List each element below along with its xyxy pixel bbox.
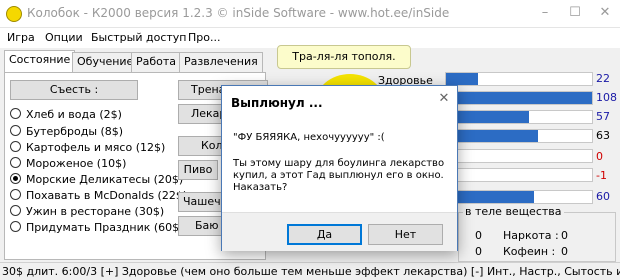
stat-bar-3 — [445, 110, 593, 124]
menu-game[interactable]: Игра — [7, 31, 35, 44]
tab-work[interactable]: Работа — [131, 52, 182, 72]
menu-about[interactable]: Про... — [188, 31, 220, 44]
window-title: Колобок - К2000 версия 1.2.3 © inSide So… — [27, 6, 450, 20]
bar-fill — [446, 191, 534, 203]
bar-fill — [446, 92, 592, 104]
food-option[interactable]: Похавать в McDonalds (22$) — [10, 189, 187, 202]
radio-indicator-selected — [10, 173, 21, 184]
stat-value-5: 0 — [596, 150, 603, 163]
no-button[interactable]: Нет — [368, 224, 443, 245]
eat-button[interactable]: Съесть : — [10, 80, 138, 100]
maximize-button[interactable]: ☐ — [560, 0, 590, 28]
tab-education[interactable]: Обучение — [72, 52, 139, 72]
main-window: Колобок - К2000 версия 1.2.3 © inSide So… — [0, 0, 620, 280]
food-option[interactable]: Хлеб и вода (2$) — [10, 108, 122, 121]
stat-value-3: 57 — [596, 110, 610, 123]
title-bar: Колобок - К2000 версия 1.2.3 © inSide So… — [0, 0, 620, 28]
tab-status[interactable]: Состояние — [4, 50, 76, 73]
food-option[interactable]: Бутерброды (8$) — [10, 125, 123, 138]
radio-indicator — [10, 189, 21, 200]
stat-value-2: 108 — [596, 91, 617, 104]
health-value: 22 — [596, 72, 610, 85]
close-button[interactable]: ✕ — [590, 0, 620, 28]
kolobok-app-icon — [6, 6, 22, 22]
stat-bar-7 — [445, 190, 593, 204]
bar-fill — [446, 130, 538, 142]
drugs-value: 0 — [561, 229, 568, 242]
stat-bar-5 — [445, 149, 593, 163]
food-option[interactable]: Мороженое (10$) — [10, 157, 126, 170]
food-option[interactable]: Ужин в ресторане (30$) — [10, 205, 164, 218]
stat-value-6: -1 — [596, 169, 607, 182]
radio-indicator — [10, 125, 21, 136]
tab-entertainment[interactable]: Развлечения — [179, 52, 263, 72]
food-option[interactable]: Морские Деликатесы (20$) — [10, 173, 183, 186]
speech-bubble: Тра-ля-ля тополя. — [277, 45, 411, 69]
spat-out-dialog: Выплюнул ... ✕ "ФУ БЯЯЯКА, нехочуууууу" … — [221, 85, 458, 251]
stat-value-7: 60 — [596, 190, 610, 203]
menu-quick-access[interactable]: Быстрый доступ — [91, 31, 187, 44]
radio-indicator — [10, 108, 21, 119]
bar-fill — [446, 111, 530, 123]
substance-left-value: 0 — [475, 245, 482, 258]
caffeine-label: Кофеин : — [503, 245, 556, 258]
bar-fill — [446, 73, 479, 85]
minimize-button[interactable]: – — [530, 0, 560, 28]
menu-options[interactable]: Опции — [45, 31, 83, 44]
stat-value-4: 63 — [596, 129, 610, 142]
radio-indicator — [10, 205, 21, 216]
dialog-quote: "ФУ БЯЯЯКА, нехочуууууу" :( — [233, 132, 385, 143]
body-substances-title: в теле вещества — [463, 205, 564, 218]
dialog-message: Ты этому шару для боулинга лекарство куп… — [233, 158, 445, 193]
dialog-footer: Да Нет — [222, 212, 457, 251]
stat-bar-2 — [445, 91, 593, 105]
radio-indicator — [10, 157, 21, 168]
dialog-close-icon[interactable]: ✕ — [434, 90, 454, 108]
food-option[interactable]: Придумать Праздник (60$) — [10, 221, 183, 234]
yes-button[interactable]: Да — [287, 224, 362, 245]
radio-indicator — [10, 141, 21, 152]
radio-indicator — [10, 221, 21, 232]
stat-bar-4 — [445, 129, 593, 143]
body-substances-group: в теле вещества 0 Наркота : 0 0 Кофеин :… — [458, 205, 616, 262]
status-bar: 30$ длит. 6:00/3 [+] Здоровье (чем оно б… — [0, 262, 620, 280]
stat-bar-6 — [445, 168, 593, 182]
health-bar — [445, 72, 593, 86]
caffeine-value: 0 — [561, 245, 568, 258]
substance-left-value: 0 — [475, 229, 482, 242]
drugs-label: Наркота : — [503, 229, 559, 242]
food-option[interactable]: Картофель и мясо (12$) — [10, 141, 165, 154]
dialog-title: Выплюнул ... — [231, 96, 323, 110]
beer-button[interactable]: Пиво — [178, 160, 218, 180]
